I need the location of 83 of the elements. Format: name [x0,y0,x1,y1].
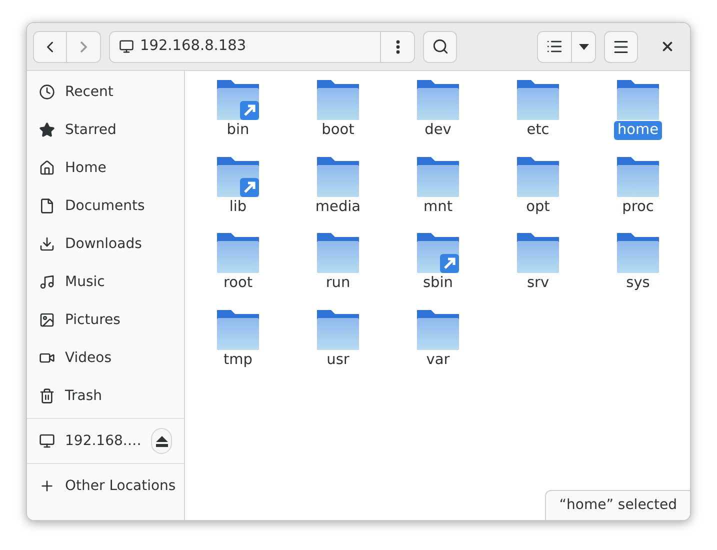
file-name: boot [320,121,356,140]
folder-item[interactable]: mnt [388,152,488,229]
sidebar-item[interactable]: Recent [27,73,184,111]
file-name: etc [526,121,550,140]
folder-item[interactable]: boot [288,76,388,152]
home-icon [39,160,55,176]
file-name: srv [526,274,550,293]
status-floating-bar: “home” selected [545,490,690,520]
sidebar-label: Starred [65,120,116,140]
folder-item[interactable]: sbin [388,229,488,306]
folder-item[interactable]: var [388,306,488,382]
sidebar-item[interactable]: Home [27,149,184,187]
sidebar-label: Other Locations [65,476,176,496]
download-icon [39,236,55,252]
chevron-right-icon [80,40,87,52]
sidebar-item[interactable]: Starred [27,111,184,149]
sidebar-item[interactable]: Documents [27,187,184,225]
file-name: run [324,274,352,293]
folder-item[interactable]: lib [188,152,288,229]
location-bar[interactable]: 192.168.8.183 [109,30,415,62]
eject-button[interactable] [151,428,172,454]
folder-item[interactable]: bin [188,76,288,152]
file-name: usr [326,350,350,370]
sidebar-label: Music [65,272,105,292]
folder-item[interactable]: run [288,229,388,306]
sidebar-label: 192.168.… [65,432,142,450]
sidebar-item[interactable]: 192.168.… [27,422,184,460]
eject-icon [156,436,168,446]
caret-icon [578,44,588,50]
folder-item[interactable]: opt [488,152,588,229]
network-computer-icon [39,433,55,449]
sidebar-item[interactable]: Downloads [27,225,184,263]
sidebar-item[interactable]: Music [27,263,184,301]
sidebar-item[interactable]: Videos [27,339,184,377]
sidebar-item[interactable]: Other Locations [27,467,184,505]
location-text: 192.168.8.183 [140,36,248,56]
folder-item[interactable]: srv [488,229,588,306]
folder-item[interactable]: tmp [188,306,288,382]
list-icon [546,38,563,55]
folder-item[interactable]: sys [588,229,688,306]
folder-item[interactable]: root [188,229,288,306]
vertical-dots-icon [396,40,400,54]
folder-item[interactable]: usr [288,306,388,382]
image-icon [39,312,55,328]
plus-icon [39,478,55,494]
file-name: dev [424,121,452,140]
folder-item[interactable]: home [588,76,688,152]
network-computer-icon [119,39,134,54]
trash-icon [39,388,55,404]
folder-item[interactable]: media [288,152,388,229]
file-name: tmp [222,350,254,370]
clock-icon [39,84,55,100]
file-name: proc [621,198,655,216]
view-options-button[interactable] [572,30,596,62]
menu-button[interactable] [604,30,638,62]
file-name: var [425,350,451,370]
document-icon [39,198,55,214]
search-button[interactable] [423,30,457,62]
file-name: mnt [422,198,454,216]
file-name: root [222,274,254,293]
file-name: sys [625,274,651,293]
file-name: bin [226,121,250,140]
list-view-button[interactable] [537,30,572,62]
sidebar-item[interactable]: Trash [27,377,184,415]
file-name: lib [228,198,248,216]
music-icon [39,274,55,290]
sidebar-label: Downloads [65,234,142,254]
sidebar-label: Videos [65,348,112,368]
search-icon [432,38,448,55]
sidebar-label: Recent [65,82,114,102]
sidebar-label: Home [65,158,106,178]
folder-item[interactable]: dev [388,76,488,152]
file-name: home [614,121,662,140]
sidebar-item[interactable]: Pictures [27,301,184,339]
file-name: sbin [422,274,454,293]
sidebar-label: Pictures [65,310,120,330]
folder-item[interactable]: proc [588,152,688,229]
file-name: opt [525,198,551,216]
sidebar-label: Documents [65,196,145,216]
star-icon [39,122,55,138]
folder-item[interactable]: etc [488,76,588,152]
file-name: media [314,198,362,216]
sidebar-label: Trash [65,386,102,406]
